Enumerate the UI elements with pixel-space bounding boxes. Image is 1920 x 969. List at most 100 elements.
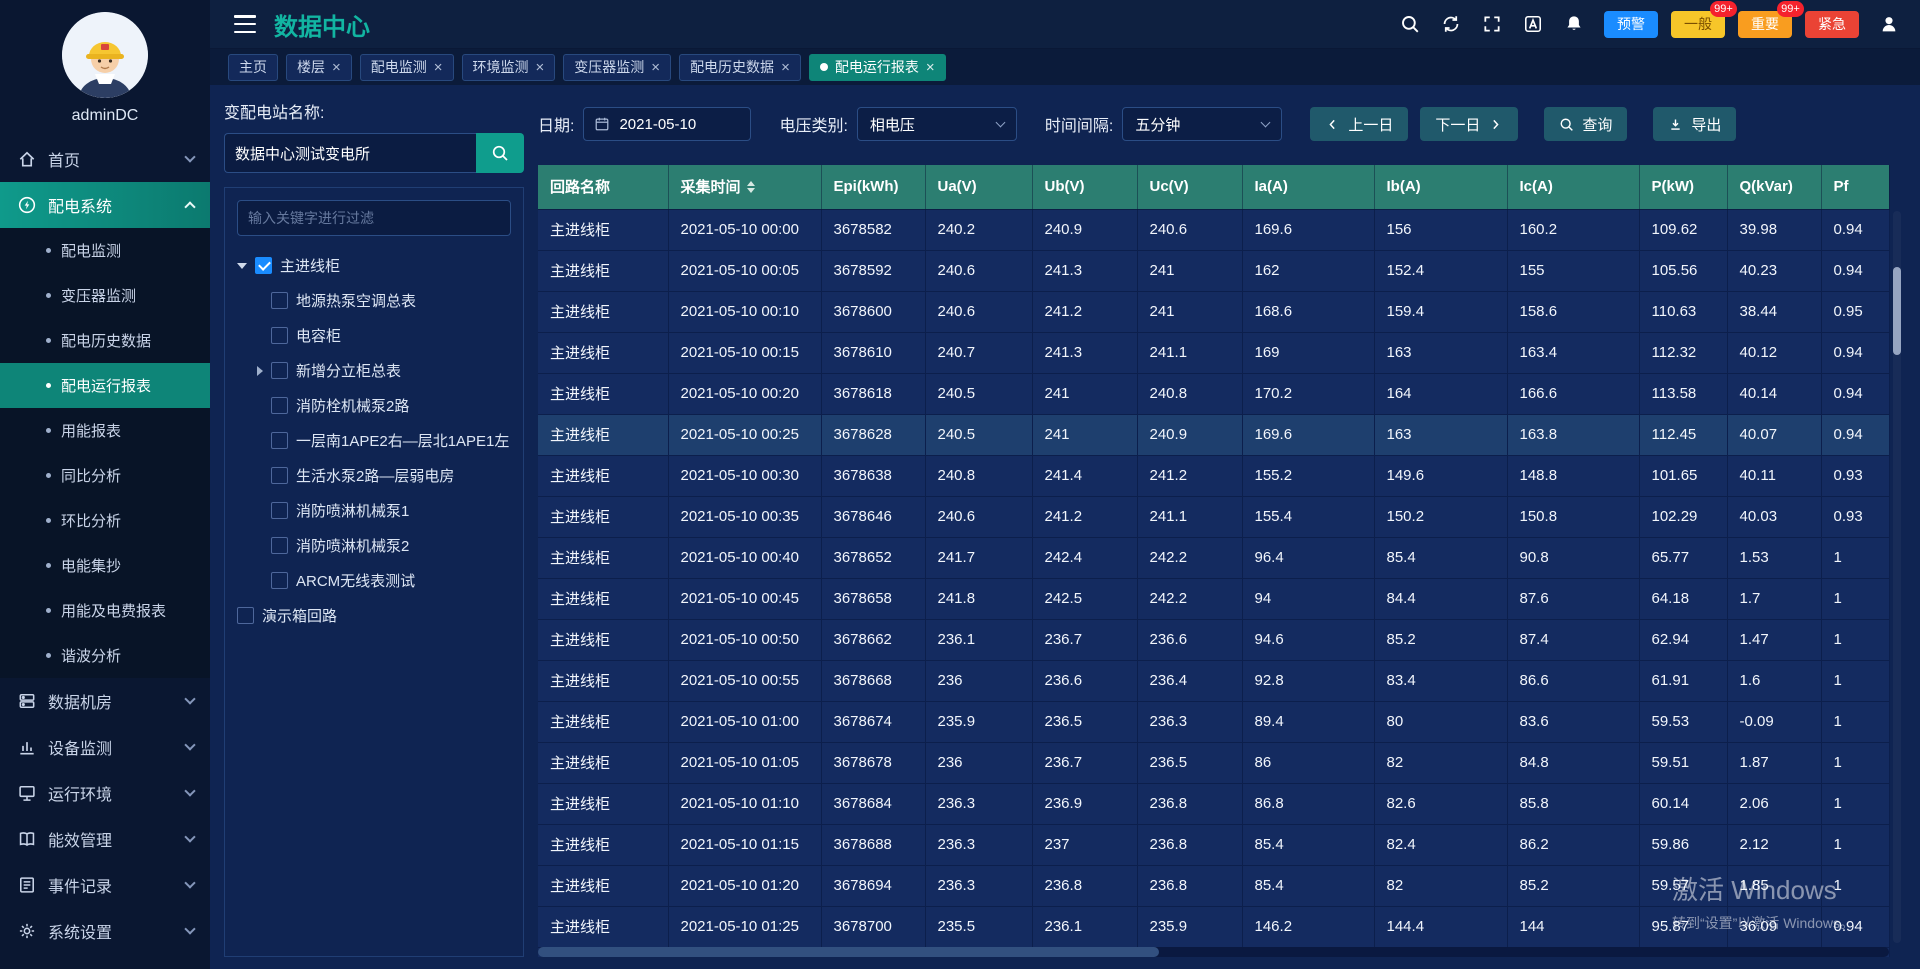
alarm-button-urgent[interactable]: 紧急: [1805, 11, 1859, 38]
next-day-button[interactable]: 下一日: [1420, 107, 1518, 141]
column-header-ib[interactable]: Ib(A): [1374, 165, 1507, 209]
table-row[interactable]: 主进线柜2021-05-10 01:053678678236236.7236.5…: [538, 742, 1889, 783]
tree-node-floor1-south-ape2[interactable]: 一层南1APE2右—层北1APE1左: [237, 423, 511, 458]
table-row[interactable]: 主进线柜2021-05-10 00:403678652241.7242.4242…: [538, 537, 1889, 578]
export-button[interactable]: 导出: [1653, 107, 1736, 141]
tab-floor[interactable]: 楼层×: [286, 54, 352, 81]
sidebar-item-data-room[interactable]: 数据机房: [0, 678, 210, 724]
tree-node-new-standalone-cabinet-total[interactable]: 新增分立柜总表: [237, 353, 511, 388]
column-header-circuit[interactable]: 回路名称: [538, 165, 668, 209]
table-row[interactable]: 主进线柜2021-05-10 01:153678688236.3237236.8…: [538, 824, 1889, 865]
column-header-q[interactable]: Q(kVar): [1727, 165, 1821, 209]
tree-checkbox[interactable]: [271, 397, 288, 414]
column-header-time[interactable]: 采集时间: [668, 165, 821, 209]
sidebar-item-home[interactable]: 首页: [0, 136, 210, 182]
tree-node-capacitor-cabinet[interactable]: 电容柜: [237, 318, 511, 353]
tab-power-history-data[interactable]: 配电历史数据×: [679, 54, 801, 81]
column-header-uc[interactable]: Uc(V): [1137, 165, 1242, 209]
tree-node-spray-pump-2[interactable]: 消防喷淋机械泵2: [237, 528, 511, 563]
sidebar-subitem-mom-analysis[interactable]: 环比分析: [0, 498, 210, 543]
tree-node-spray-pump-1[interactable]: 消防喷淋机械泵1: [237, 493, 511, 528]
vertical-scrollbar-thumb[interactable]: [1893, 267, 1901, 355]
column-header-epi[interactable]: Epi(kWh): [821, 165, 925, 209]
tree-checkbox[interactable]: [255, 257, 272, 274]
alarm-button-warning[interactable]: 预警: [1604, 11, 1658, 38]
sidebar-item-device-monitor[interactable]: 设备监测: [0, 724, 210, 770]
table-row[interactable]: 主进线柜2021-05-10 00:153678610240.7241.3241…: [538, 332, 1889, 373]
table-row[interactable]: 主进线柜2021-05-10 00:003678582240.2240.9240…: [538, 209, 1889, 250]
table-row[interactable]: 主进线柜2021-05-10 01:103678684236.3236.9236…: [538, 783, 1889, 824]
tab-home[interactable]: 主页: [228, 54, 278, 81]
sidebar-item-runtime-env[interactable]: 运行环境: [0, 770, 210, 816]
tab-close-icon[interactable]: ×: [434, 60, 443, 75]
tab-close-icon[interactable]: ×: [651, 60, 660, 75]
sidebar-item-power-system[interactable]: 配电系统: [0, 182, 210, 228]
sidebar-item-system-settings[interactable]: 系统设置: [0, 908, 210, 954]
tree-node-arcm-wireless-test[interactable]: ARCM无线表测试: [237, 563, 511, 598]
voltage-type-select[interactable]: 相电压: [857, 107, 1017, 141]
tree-checkbox[interactable]: [271, 467, 288, 484]
tree-checkbox[interactable]: [271, 432, 288, 449]
bell-icon[interactable]: [1563, 13, 1585, 35]
table-row[interactable]: 主进线柜2021-05-10 00:453678658241.8242.5242…: [538, 578, 1889, 619]
table-row[interactable]: 主进线柜2021-05-10 00:103678600240.6241.2241…: [538, 291, 1889, 332]
sidebar-subitem-meter-reading[interactable]: 电能集抄: [0, 543, 210, 588]
tab-power-operation-report[interactable]: 配电运行报表×: [809, 54, 946, 81]
sidebar-subitem-energy-report[interactable]: 用能报表: [0, 408, 210, 453]
tree-checkbox[interactable]: [271, 502, 288, 519]
prev-day-button[interactable]: 上一日: [1310, 107, 1408, 141]
tab-close-icon[interactable]: ×: [781, 60, 790, 75]
column-header-ic[interactable]: Ic(A): [1507, 165, 1639, 209]
tree-node-living-water-pump-2[interactable]: 生活水泵2路—层弱电房: [237, 458, 511, 493]
station-search-input[interactable]: [224, 133, 476, 173]
tree-checkbox[interactable]: [271, 572, 288, 589]
font-size-icon[interactable]: [1522, 13, 1544, 35]
table-row[interactable]: 主进线柜2021-05-10 00:253678628240.5241240.9…: [538, 414, 1889, 455]
table-row[interactable]: 主进线柜2021-05-10 00:553678668236236.6236.4…: [538, 660, 1889, 701]
tree-checkbox[interactable]: [271, 362, 288, 379]
tab-close-icon[interactable]: ×: [536, 60, 545, 75]
tab-env-monitoring[interactable]: 环境监测×: [462, 54, 556, 81]
column-header-pf[interactable]: Pf: [1821, 165, 1889, 209]
sidebar-item-event-log[interactable]: 事件记录: [0, 862, 210, 908]
tree-checkbox[interactable]: [271, 537, 288, 554]
refresh-icon[interactable]: [1440, 13, 1462, 35]
tree-checkbox[interactable]: [237, 607, 254, 624]
tree-checkbox[interactable]: [271, 292, 288, 309]
sidebar-subitem-energy-fee-report[interactable]: 用能及电费报表: [0, 588, 210, 633]
tree-node-demo-box-circuit[interactable]: 演示箱回路: [237, 598, 511, 633]
sort-icon[interactable]: [747, 181, 755, 193]
tree-node-fire-hydrant-pump-2[interactable]: 消防栓机械泵2路: [237, 388, 511, 423]
tree-collapse-caret-icon[interactable]: [257, 366, 263, 376]
search-icon[interactable]: [1399, 13, 1421, 35]
tree-expand-caret-icon[interactable]: [237, 263, 247, 269]
tree-filter-input[interactable]: [237, 200, 511, 236]
tree-node-main-incoming-cabinet[interactable]: 主进线柜: [237, 248, 511, 283]
tree-node-ground-source-pump-total[interactable]: 地源热泵空调总表: [237, 283, 511, 318]
hamburger-menu-icon[interactable]: [234, 15, 256, 33]
sidebar-subitem-power-operation-report[interactable]: 配电运行报表: [0, 363, 210, 408]
query-button[interactable]: 查询: [1544, 107, 1627, 141]
table-row[interactable]: 主进线柜2021-05-10 01:003678674235.9236.5236…: [538, 701, 1889, 742]
table-row[interactable]: 主进线柜2021-05-10 00:353678646240.6241.2241…: [538, 496, 1889, 537]
table-row[interactable]: 主进线柜2021-05-10 00:053678592240.6241.3241…: [538, 250, 1889, 291]
sidebar-subitem-power-monitoring[interactable]: 配电监测: [0, 228, 210, 273]
sidebar-subitem-power-history-data[interactable]: 配电历史数据: [0, 318, 210, 363]
sidebar-subitem-transformer-monitoring[interactable]: 变压器监测: [0, 273, 210, 318]
tab-close-icon[interactable]: ×: [332, 60, 341, 75]
interval-select[interactable]: 五分钟: [1122, 107, 1282, 141]
tree-checkbox[interactable]: [271, 327, 288, 344]
sidebar-subitem-yoy-analysis[interactable]: 同比分析: [0, 453, 210, 498]
column-header-ub[interactable]: Ub(V): [1032, 165, 1137, 209]
tab-close-icon[interactable]: ×: [926, 60, 935, 75]
sidebar-item-energy-mgmt[interactable]: 能效管理: [0, 816, 210, 862]
horizontal-scrollbar-thumb[interactable]: [538, 947, 1159, 957]
table-row[interactable]: 主进线柜2021-05-10 00:203678618240.5241240.8…: [538, 373, 1889, 414]
alarm-button-general[interactable]: 一般99+: [1671, 11, 1725, 38]
alarm-button-important[interactable]: 重要99+: [1738, 11, 1792, 38]
table-row[interactable]: 主进线柜2021-05-10 01:253678700235.5236.1235…: [538, 906, 1889, 947]
sidebar-subitem-harmonic-analysis[interactable]: 谐波分析: [0, 633, 210, 678]
table-row[interactable]: 主进线柜2021-05-10 00:503678662236.1236.7236…: [538, 619, 1889, 660]
column-header-p[interactable]: P(kW): [1639, 165, 1727, 209]
tab-power-monitoring[interactable]: 配电监测×: [360, 54, 454, 81]
